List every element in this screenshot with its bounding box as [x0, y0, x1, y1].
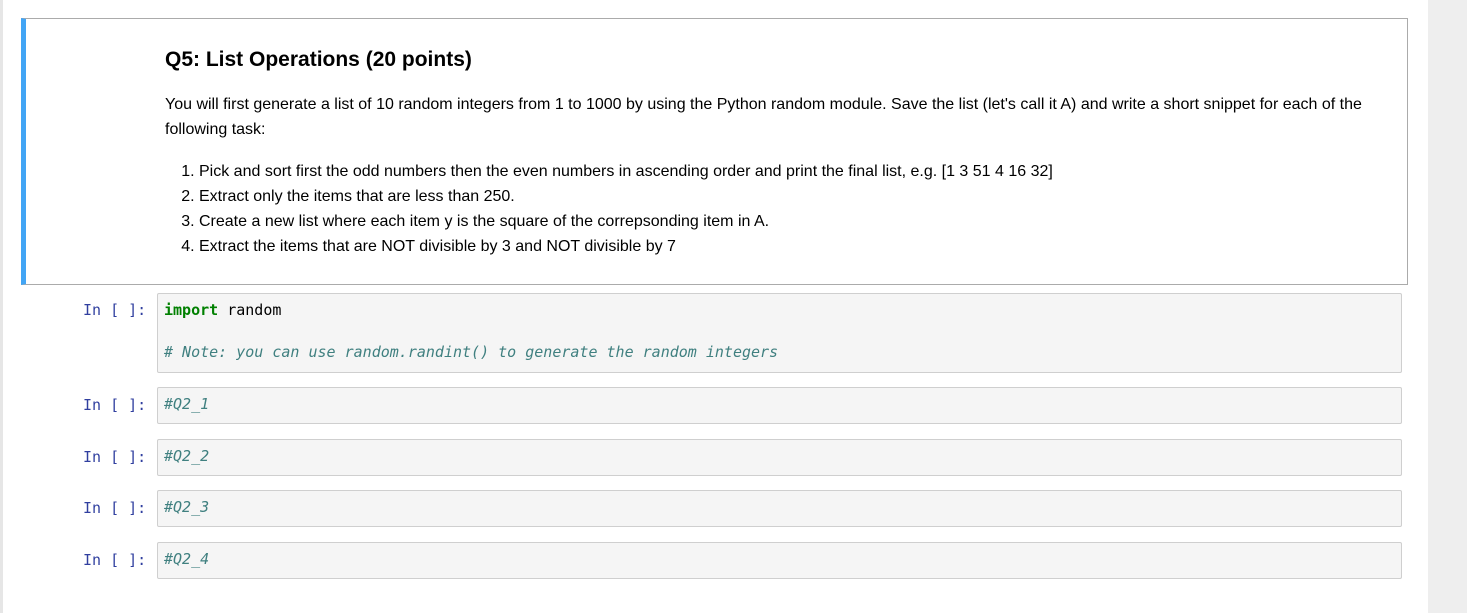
code-keyword: import [164, 301, 219, 319]
left-gutter [0, 0, 3, 613]
code-cell-q2-1[interactable]: #Q2_1 [157, 387, 1402, 424]
cell-paragraph: You will first generate a list of 10 ran… [165, 96, 1362, 138]
task-list: Pick and sort first the odd numbers then… [165, 159, 1053, 259]
code-cell-import[interactable]: import random # Note: you can use random… [157, 293, 1402, 373]
code-line: import random [164, 300, 1395, 321]
input-prompt: In [ ]: [83, 301, 147, 319]
input-prompt: In [ ]: [83, 551, 147, 569]
code-comment: # Note: you can use random.randint() to … [164, 343, 779, 361]
code-comment: #Q2_1 [164, 395, 210, 413]
input-prompt: In [ ]: [83, 448, 147, 466]
code-comment: #Q2_4 [164, 550, 210, 568]
task-item: Create a new list where each item y is t… [199, 209, 1053, 234]
code-cell-q2-3[interactable]: #Q2_3 [157, 490, 1402, 527]
task-item: Extract only the items that are less tha… [199, 184, 1053, 209]
code-comment: #Q2_3 [164, 498, 210, 516]
cell-heading: Q5: List Operations (20 points) [165, 48, 472, 71]
task-item: Extract the items that are NOT divisible… [199, 234, 1053, 259]
code-cell-q2-4[interactable]: #Q2_4 [157, 542, 1402, 579]
markdown-cell-q5[interactable]: Q5: List Operations (20 points) You will… [21, 18, 1408, 285]
scrollbar-track[interactable] [1428, 0, 1467, 613]
input-prompt: In [ ]: [83, 396, 147, 414]
code-comment: #Q2_2 [164, 447, 210, 465]
task-item: Pick and sort first the odd numbers then… [199, 159, 1053, 184]
code-cell-q2-2[interactable]: #Q2_2 [157, 439, 1402, 476]
input-prompt: In [ ]: [83, 499, 147, 517]
code-text: random [218, 301, 282, 319]
